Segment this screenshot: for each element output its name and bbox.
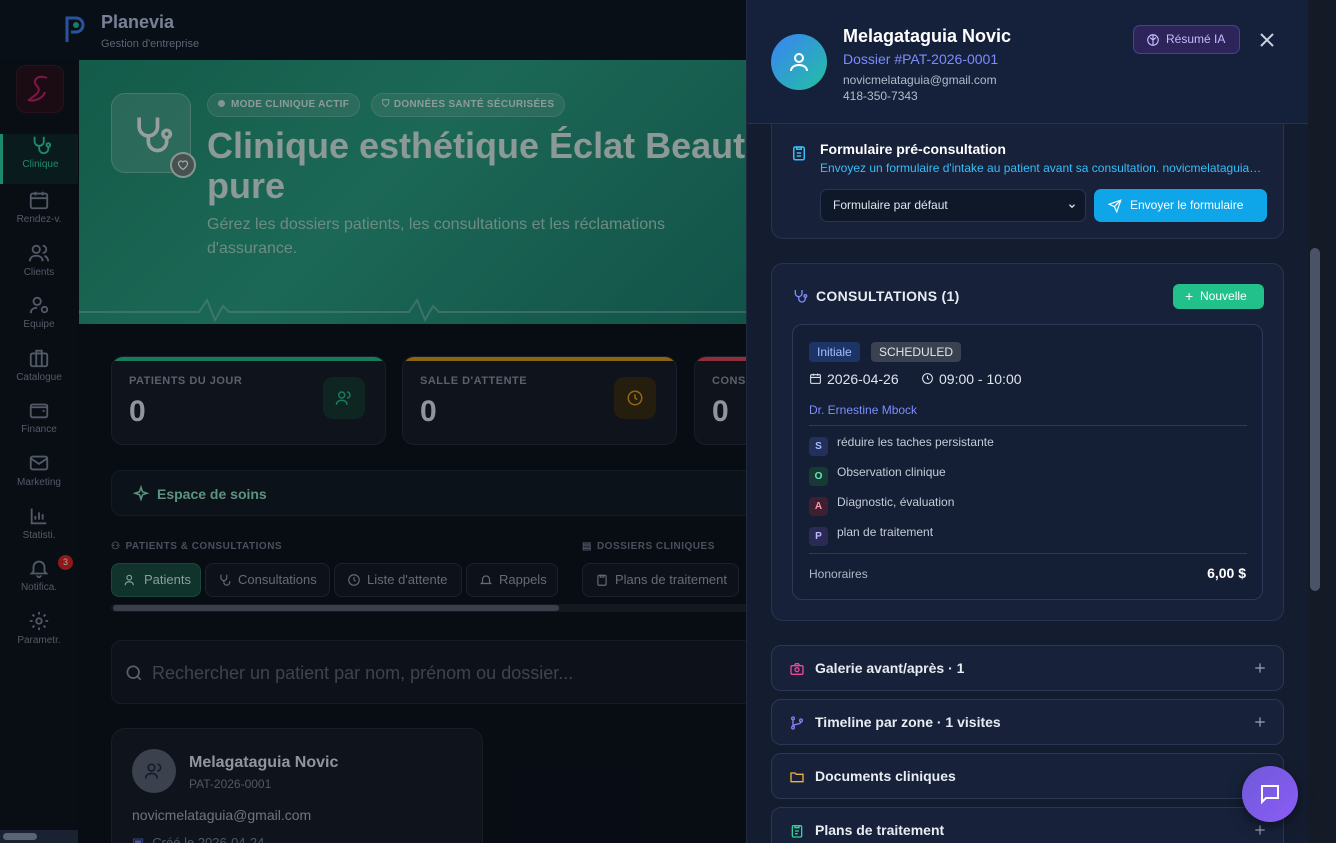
horizontal-scrollbar-thumb[interactable]	[3, 833, 37, 840]
consultation-time: 09:00 - 10:00	[939, 371, 1022, 387]
patient-dossier-number: Dossier #PAT-2026-0001	[843, 51, 999, 67]
soap-row-plan: P plan de traitement	[809, 525, 1239, 546]
soap-row-assessment: A Diagnostic, évaluation	[809, 495, 1239, 516]
soap-key: A	[809, 497, 828, 516]
clipboard-icon	[791, 825, 803, 838]
soap-text: réduire les taches persistante	[837, 435, 994, 449]
accordion-label: Documents cliniques	[815, 768, 956, 784]
plus-icon: +	[1185, 288, 1194, 304]
modal-backdrop[interactable]	[0, 0, 746, 843]
stethoscope-icon	[794, 290, 808, 303]
close-icon[interactable]	[1255, 28, 1279, 52]
folder-icon	[790, 772, 804, 783]
accordion-zone-timeline[interactable]: Timeline par zone · 1 visites	[771, 699, 1284, 745]
accordion-label: Plans de traitement	[815, 822, 945, 838]
consultation-doctor: Dr. Ernestine Mbock	[809, 403, 918, 417]
plus-icon	[1255, 717, 1265, 727]
ai-summary-button[interactable]: Résumé IA	[1133, 25, 1240, 54]
plus-icon	[1255, 663, 1265, 673]
soap-text: Observation clinique	[837, 465, 946, 479]
plus-icon	[1255, 825, 1265, 835]
accordion-label: Timeline par zone · 1 visites	[815, 714, 1001, 730]
soap-key: P	[809, 527, 828, 546]
soap-text: Diagnostic, évaluation	[837, 495, 955, 509]
form-subtitle: Envoyez un formulaire d'intake au patien…	[820, 161, 1270, 175]
patient-name: Melagataguia Novic	[843, 26, 1012, 46]
clock-icon	[922, 373, 933, 384]
divider	[809, 553, 1247, 554]
panel-scrollbar-thumb[interactable]	[1310, 248, 1320, 591]
soap-key: O	[809, 467, 828, 486]
form-template-select[interactable]: Formulaire par défaut	[820, 189, 1086, 222]
accordion-before-after-gallery[interactable]: Galerie avant/après · 1	[771, 645, 1284, 691]
camera-icon	[790, 663, 804, 675]
avatar	[771, 34, 827, 90]
user-icon	[790, 53, 808, 72]
soap-key: S	[809, 437, 828, 456]
accordion-label: Galerie avant/après · 1	[815, 660, 965, 676]
patient-email: novicmelataguia@gmail.com	[843, 73, 997, 87]
soap-row-subjective: S réduire les taches persistante	[809, 435, 1239, 456]
consultation-date: 2026-04-26	[827, 371, 899, 387]
patient-phone: 418-350-7343	[843, 89, 918, 103]
panel-header: Melagataguia Novic Dossier #PAT-2026-000…	[747, 0, 1308, 124]
send-form-button[interactable]: Envoyer le formulaire	[1094, 189, 1267, 222]
divider	[809, 425, 1247, 426]
form-title: Formulaire pré-consultation	[820, 141, 1006, 157]
new-consultation-button[interactable]: + Nouvelle	[1173, 284, 1264, 309]
fee-label: Honoraires	[809, 567, 868, 581]
chat-button[interactable]	[1242, 766, 1298, 822]
consultations-card: CONSULTATIONS (1) + Nouvelle Initiale SC…	[771, 263, 1284, 621]
consultations-title: CONSULTATIONS (1)	[816, 288, 960, 304]
consultation-item[interactable]: Initiale SCHEDULED 2026-04-26 09:00 - 10…	[792, 324, 1263, 600]
fee-value: 6,00 $	[1207, 565, 1246, 581]
chat-bubble-icon	[1261, 785, 1279, 805]
chevron-down-icon	[1069, 204, 1075, 209]
clipboard-list-icon	[793, 146, 805, 161]
soap-row-objective: O Observation clinique	[809, 465, 1239, 486]
patient-detail-panel: Melagataguia Novic Dossier #PAT-2026-000…	[746, 0, 1308, 843]
calendar-icon	[810, 373, 821, 384]
consultation-status-badge: SCHEDULED	[871, 342, 962, 362]
consultation-type-badge: Initiale	[809, 342, 860, 362]
send-icon	[1108, 199, 1122, 213]
branch-icon	[791, 716, 803, 730]
soap-text: plan de traitement	[837, 525, 934, 539]
main-app: Planevia Gestion d'entreprise Clinique R…	[0, 0, 746, 843]
accordion-treatment-plans[interactable]: Plans de traitement	[771, 807, 1284, 843]
pre-consultation-form-card: Formulaire pré-consultation Envoyez un f…	[771, 124, 1284, 239]
brain-icon	[1147, 34, 1159, 46]
accordion-clinical-documents[interactable]: Documents cliniques	[771, 753, 1284, 799]
